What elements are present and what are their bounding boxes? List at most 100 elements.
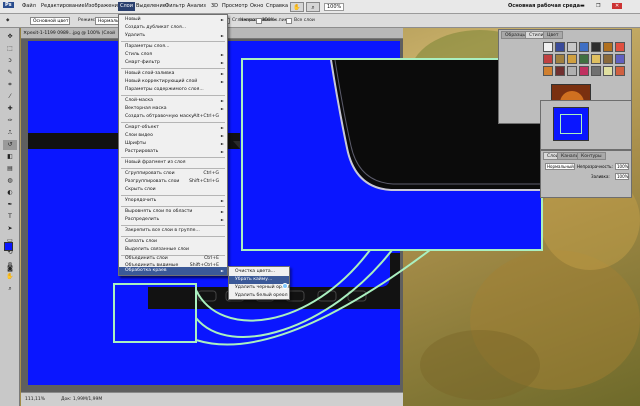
menu-select[interactable]: Выделение <box>136 3 166 9</box>
menu-file[interactable]: Файл <box>22 3 36 9</box>
menu-item-layer-style[interactable]: Стиль слоя ► <box>119 51 227 59</box>
healing-tool-icon[interactable]: ✚ <box>3 104 17 114</box>
submenu-item-remove-white-matte[interactable]: Удалить белый ореол <box>229 292 289 300</box>
type-tool-icon[interactable]: T <box>3 212 17 222</box>
style-swatch[interactable] <box>543 42 553 52</box>
style-swatch[interactable] <box>591 42 601 52</box>
close-tab-icon[interactable]: × <box>23 30 27 36</box>
style-swatch[interactable] <box>567 66 577 76</box>
style-swatch[interactable] <box>579 42 589 52</box>
pen-tool-icon[interactable]: ✒ <box>3 200 17 210</box>
status-zoom[interactable]: 111,11% <box>25 397 45 402</box>
menu-filter[interactable]: Фильтр <box>165 3 185 9</box>
gradient-tool-icon[interactable]: ▤ <box>3 164 17 174</box>
quick-mask-icon[interactable]: ◙ <box>3 264 17 274</box>
style-swatch[interactable] <box>615 54 625 64</box>
fill-source-select[interactable]: Основной цвет <box>30 17 70 25</box>
style-swatch[interactable] <box>555 54 565 64</box>
fill-input[interactable]: 100% <box>615 173 629 180</box>
menu-item-video-layers[interactable]: Слои видео ► <box>119 132 227 140</box>
menu-3d[interactable]: 3D <box>211 3 218 9</box>
menu-window[interactable]: Окно <box>250 3 263 9</box>
path-select-tool-icon[interactable]: ➤ <box>3 224 17 234</box>
eraser-tool-icon[interactable]: ◧ <box>3 152 17 162</box>
zoom-level[interactable]: 100% <box>324 3 345 11</box>
style-swatch[interactable] <box>591 54 601 64</box>
menu-item-delete[interactable]: Удалить ► <box>119 32 227 40</box>
style-swatch[interactable] <box>555 42 565 52</box>
menu-item-group-layers[interactable]: Сгруппировать слои Ctrl+G <box>119 170 227 178</box>
quick-select-tool-icon[interactable]: ✎ <box>3 68 17 78</box>
style-swatch[interactable] <box>555 66 565 76</box>
menu-item-link-layers[interactable]: Связать слои <box>119 238 227 246</box>
minimize-button[interactable]: ▬ <box>580 3 585 9</box>
menu-item-smart-filter[interactable]: Смарт-фильтр ► <box>119 59 227 67</box>
menu-help[interactable]: Справка <box>266 3 288 9</box>
tab-paths[interactable]: Контуры <box>577 152 606 160</box>
brush-tool-icon[interactable]: ✑ <box>3 116 17 126</box>
all-layers-checkbox[interactable] <box>286 18 292 24</box>
menu-item-new-fill-layer[interactable]: Новый слой-заливка ► <box>119 70 227 78</box>
menu-item-layer-mask[interactable]: Слой-маска ► <box>119 97 227 105</box>
style-swatch[interactable] <box>567 42 577 52</box>
lasso-tool-icon[interactable]: ↄ <box>3 56 17 66</box>
menu-item-duplicate-layer[interactable]: Создать дубликат слоя... <box>119 24 227 32</box>
menu-item-new-slice[interactable]: Новый фрагмент из слоя <box>119 159 227 167</box>
menu-item-hide-layers[interactable]: Скрыть слои <box>119 186 227 194</box>
blend-mode-dropdown[interactable]: Нормальный <box>545 163 575 170</box>
menu-item-select-linked[interactable]: Выделить связанные слои <box>119 246 227 254</box>
style-swatch[interactable] <box>615 66 625 76</box>
style-swatch[interactable] <box>579 54 589 64</box>
eyedropper-tool-icon[interactable]: ⁄ <box>3 92 17 102</box>
submenu-item-remove-black-matte[interactable]: Удалить черный ореол <box>229 284 290 292</box>
zoom-tool-icon[interactable]: ⌕ <box>3 284 17 294</box>
marquee-tool-icon[interactable]: ⬚ <box>3 44 17 54</box>
menu-item-clipping-mask[interactable]: Создать обтравочную маску Alt+Ctrl+G <box>119 113 227 121</box>
menu-item-vector-mask[interactable]: Векторная маска ► <box>119 105 227 113</box>
style-swatch[interactable] <box>603 54 613 64</box>
restore-button[interactable]: ❐ <box>596 3 600 9</box>
style-swatch[interactable] <box>603 42 613 52</box>
style-swatch[interactable] <box>579 66 589 76</box>
menu-item-matting[interactable]: Обработка краев ► <box>119 267 227 275</box>
menu-item-lock-all-layers[interactable]: Закрепить все слои в группе... <box>119 227 227 235</box>
layer-opacity-input[interactable]: 100% <box>615 163 629 170</box>
menu-item-distribute[interactable]: Распределить ► <box>119 216 227 224</box>
menu-item-layer-content-options[interactable]: Параметры содержимого слоя... <box>119 86 227 94</box>
workspace-switcher[interactable]: Основная рабочая среда <box>508 3 580 9</box>
menu-item-arrange[interactable]: Упорядочить ► <box>119 197 227 205</box>
submenu-item-defringe[interactable]: Убрать кайму... <box>229 276 289 284</box>
foreground-color-swatch[interactable] <box>4 242 13 251</box>
menu-item-ungroup-layers[interactable]: Разгруппировать слои Shift+Ctrl+G <box>119 178 227 186</box>
magic-eraser-tool-icon[interactable]: ◆ <box>6 18 9 23</box>
menu-edit[interactable]: Редактирование <box>41 3 85 9</box>
contiguous-checkbox[interactable] <box>256 18 262 24</box>
blend-mode-select[interactable]: Нормальный <box>95 17 128 25</box>
menu-item-new-adjustment-layer[interactable]: Новый корректирующий слой ► <box>119 78 227 86</box>
dodge-tool-icon[interactable]: ◐ <box>3 188 17 198</box>
move-tool-icon[interactable]: ✥ <box>3 32 17 42</box>
style-swatch[interactable] <box>615 42 625 52</box>
menu-item-align-to-selection[interactable]: Выровнять слои по области ► <box>119 208 227 216</box>
close-button[interactable]: ✕ <box>612 3 623 9</box>
layer-thumbnail[interactable] <box>553 107 589 141</box>
style-swatch[interactable] <box>543 54 553 64</box>
blur-tool-icon[interactable]: ◍ <box>3 176 17 186</box>
submenu-item-color-decontaminate[interactable]: Очистка цвета... <box>229 268 289 276</box>
zoom-tool-icon[interactable]: ⌕ <box>306 2 320 12</box>
menu-item-type[interactable]: Шрифты ► <box>119 140 227 148</box>
stamp-tool-icon[interactable]: ⎍ <box>3 128 17 138</box>
tab-color[interactable]: Цвет <box>543 31 563 39</box>
history-brush-tool-icon[interactable]: ↺ <box>3 140 17 150</box>
menu-layers[interactable]: Слои <box>118 2 135 11</box>
hand-tool-icon[interactable]: ✋ <box>290 2 304 12</box>
style-swatch[interactable] <box>603 66 613 76</box>
menu-item-smart-object[interactable]: Смарт-объект ► <box>119 124 227 132</box>
menu-item-new[interactable]: Новый ► <box>119 16 227 24</box>
crop-tool-icon[interactable]: ⌗ <box>3 80 17 90</box>
app-logo[interactable]: Ps <box>3 2 14 8</box>
style-swatch[interactable] <box>567 54 577 64</box>
style-swatch[interactable] <box>591 66 601 76</box>
menu-item-layer-properties[interactable]: Параметры слоя... <box>119 43 227 51</box>
menu-view[interactable]: Просмотр <box>222 3 248 9</box>
